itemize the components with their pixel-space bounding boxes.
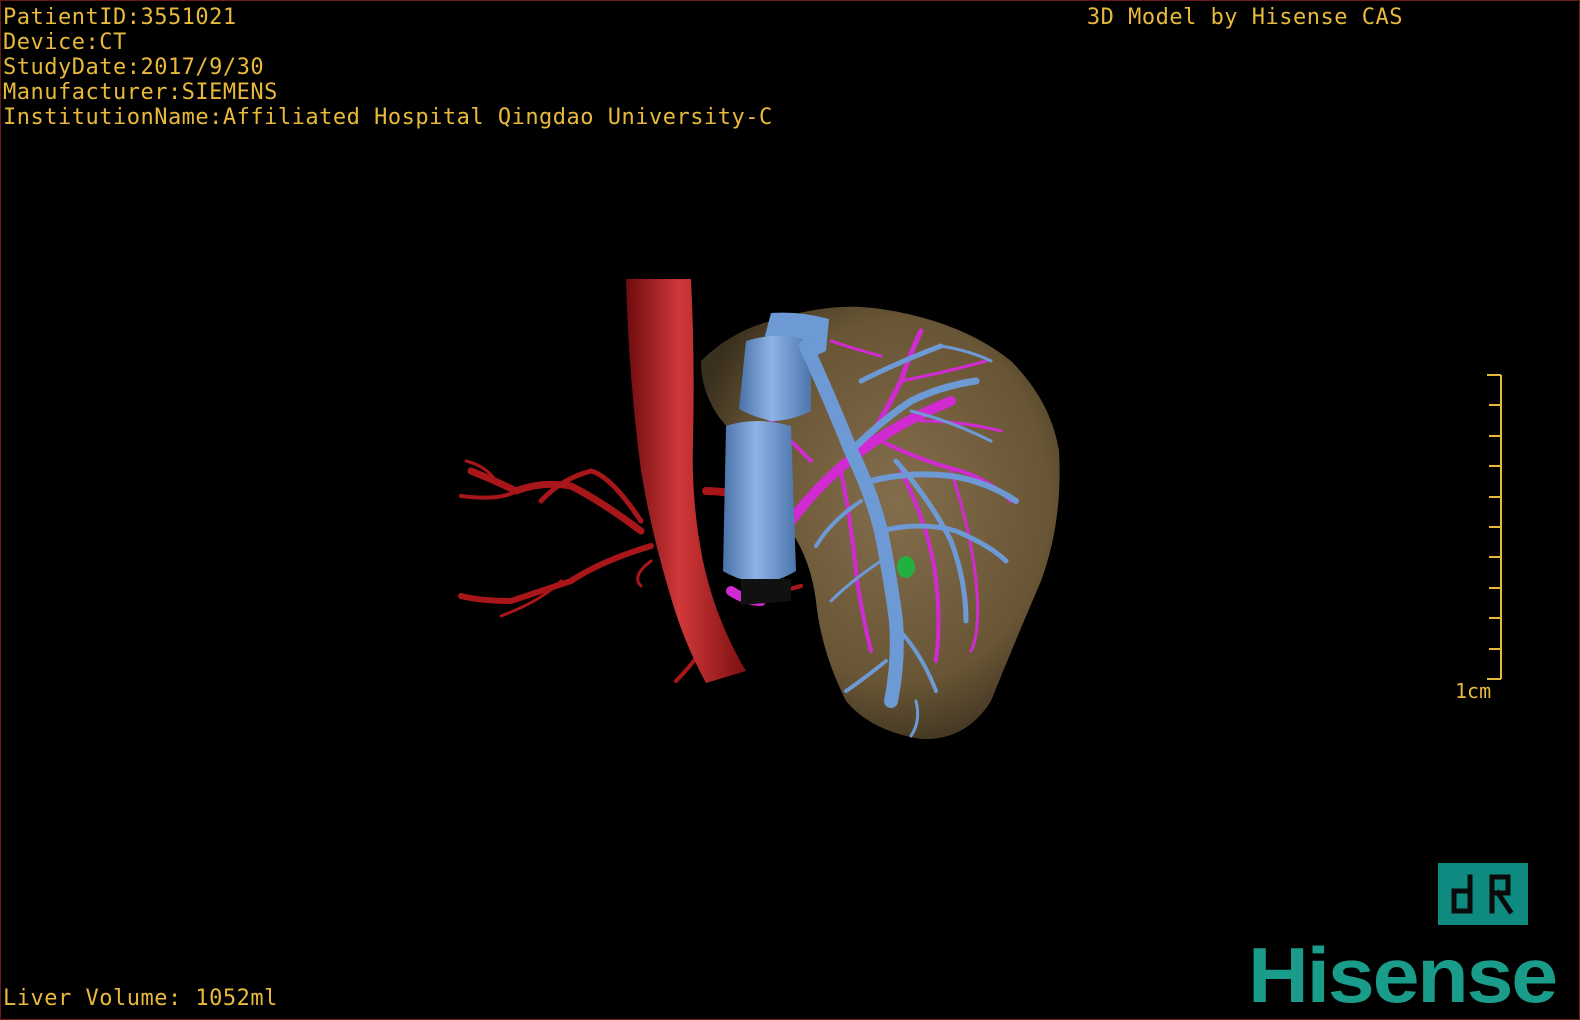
patient-id: PatientID:3551021 <box>3 5 237 30</box>
liver-volume: Liver Volume: 1052ml <box>3 986 278 1011</box>
scale-bar <box>1487 374 1502 680</box>
device: Device:CT <box>3 30 127 55</box>
liver-3d-model[interactable] <box>1 1 1579 1019</box>
scale-bar-label: 1cm <box>1455 679 1492 703</box>
study-date: StudyDate:2017/9/30 <box>3 55 265 80</box>
dicom-info-overlay: PatientID:3551021 Device:CT StudyDate:20… <box>3 5 773 130</box>
3d-viewport[interactable]: PatientID:3551021 Device:CT StudyDate:20… <box>0 0 1580 1020</box>
model-credit: 3D Model by Hisense CAS <box>1086 5 1403 30</box>
manufacturer: Manufacturer:SIEMENS <box>3 80 278 105</box>
dr-logo-icon <box>1438 863 1528 925</box>
hisense-logo: Hisense <box>1248 931 1558 1019</box>
liver-lesion <box>897 556 915 578</box>
institution-name: InstitutionName:Affiliated Hospital Qing… <box>3 105 773 130</box>
